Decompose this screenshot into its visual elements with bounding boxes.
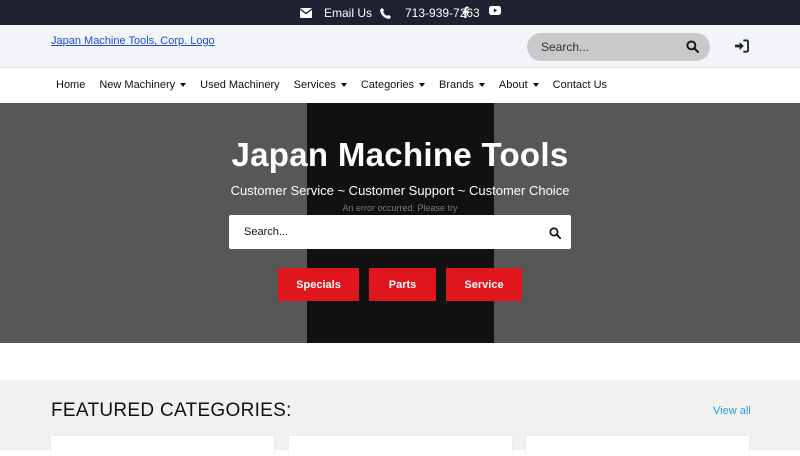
caret-down-icon: [419, 83, 426, 87]
main-navigation: Home New Machinery Used Machinery Servic…: [0, 68, 800, 103]
site-logo[interactable]: Japan Machine Tools, Corp. Logo: [51, 35, 215, 47]
featured-categories-section: FEATURED CATEGORIES: View all: [0, 380, 800, 456]
facebook-link[interactable]: [462, 6, 469, 18]
service-button[interactable]: Service: [446, 268, 522, 301]
envelope-icon: [300, 8, 312, 18]
nav-item-categories[interactable]: Categories: [360, 79, 426, 91]
header-search-input[interactable]: [541, 40, 681, 54]
hero-banner: Japan Machine Tools Customer Service ~ C…: [0, 103, 800, 343]
category-card[interactable]: [289, 436, 512, 456]
nav-item-about[interactable]: About: [499, 79, 539, 91]
nav-item-services[interactable]: Services: [294, 79, 347, 91]
hero-search-input[interactable]: [244, 226, 524, 238]
nav-label: Used Machinery: [200, 79, 280, 91]
featured-heading: FEATURED CATEGORIES:: [51, 400, 292, 421]
parts-button[interactable]: Parts: [369, 268, 436, 301]
caret-down-icon: [340, 83, 347, 87]
nav-label: Brands: [439, 79, 474, 91]
category-card[interactable]: [526, 436, 749, 456]
nav-item-brands[interactable]: Brands: [439, 79, 485, 91]
specials-button[interactable]: Specials: [278, 268, 359, 301]
hero-error-message: An error occurred. Please try: [342, 203, 458, 213]
hero-title: Japan Machine Tools: [231, 136, 569, 173]
caret-down-icon: [532, 83, 539, 87]
view-all-link[interactable]: View all: [713, 405, 751, 417]
caret-down-icon: [478, 83, 485, 87]
search-icon[interactable]: [549, 226, 562, 240]
top-contact-bar: Email Us 713-939-7263: [0, 0, 800, 25]
email-link[interactable]: Email Us: [300, 6, 372, 20]
hero-subtitle: Customer Service ~ Customer Support ~ Cu…: [230, 183, 570, 198]
youtube-icon: [489, 6, 501, 15]
nav-item-new-machinery[interactable]: New Machinery: [99, 79, 187, 91]
facebook-icon: [462, 6, 469, 18]
nav-label: New Machinery: [99, 79, 176, 91]
nav-item-home[interactable]: Home: [56, 79, 85, 91]
nav-label: About: [498, 79, 528, 91]
nav-item-used-machinery[interactable]: Used Machinery: [200, 79, 279, 91]
nav-label: Services: [293, 79, 336, 91]
search-icon[interactable]: [686, 40, 700, 54]
site-header: Japan Machine Tools, Corp. Logo: [0, 25, 800, 68]
nav-label: Home: [56, 79, 86, 91]
hero-search-box: [229, 215, 571, 249]
email-label: Email Us: [324, 6, 373, 20]
nav-label: Categories: [360, 79, 415, 91]
caret-down-icon: [180, 83, 187, 87]
youtube-link[interactable]: [489, 6, 501, 15]
hero-buttons: Specials Parts Service: [0, 268, 800, 301]
nav-item-contact-us[interactable]: Contact Us: [553, 79, 607, 91]
phone-icon: [380, 7, 391, 19]
category-card[interactable]: [51, 436, 274, 456]
header-search: [527, 33, 710, 61]
sign-in-icon[interactable]: [734, 39, 750, 55]
nav-label: Contact Us: [552, 79, 608, 91]
